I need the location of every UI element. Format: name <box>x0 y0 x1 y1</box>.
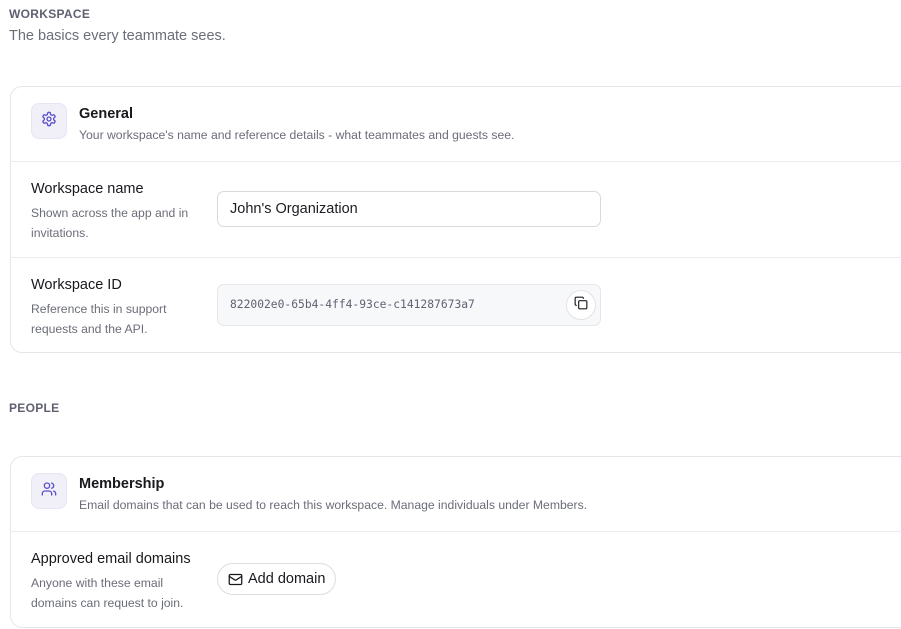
workspace-section-subtitle: The basics every teammate sees. <box>9 28 226 44</box>
general-card: General Your workspace's name and refere… <box>10 86 901 353</box>
membership-card-title: Membership <box>79 476 165 492</box>
workspace-name-input[interactable] <box>217 191 601 227</box>
workspace-name-row: Workspace name Shown across the app and … <box>11 162 901 257</box>
workspace-id-value: 822002e0-65b4-4ff4-93ce-c141287673a7 <box>230 298 475 311</box>
copy-workspace-id-button[interactable] <box>566 290 596 320</box>
workspace-name-label: Workspace name <box>31 181 144 197</box>
add-domain-button[interactable]: Add domain <box>217 563 337 595</box>
workspace-name-help: Shown across the app and in invitations. <box>31 206 189 240</box>
gear-icon <box>41 111 57 132</box>
mail-icon <box>228 572 243 587</box>
membership-card-description: Email domains that can be used to reach … <box>79 498 588 512</box>
membership-icon-tile <box>31 473 67 509</box>
workspace-id-row: Workspace ID Reference this in support r… <box>11 257 901 352</box>
workspace-id-field: 822002e0-65b4-4ff4-93ce-c141287673a7 <box>217 284 601 326</box>
general-card-title: General <box>79 106 133 122</box>
membership-card-header: Membership Email domains that can be use… <box>11 457 901 532</box>
general-card-header: General Your workspace's name and refere… <box>11 87 901 162</box>
workspace-id-label: Workspace ID <box>31 277 122 293</box>
users-icon <box>41 481 57 502</box>
copy-icon <box>574 296 588 315</box>
add-domain-label: Add domain <box>248 571 326 587</box>
general-icon-tile <box>31 103 67 139</box>
approved-domains-label: Approved email domains <box>31 551 191 567</box>
approved-domains-help: Anyone with these email domains can requ… <box>31 576 184 610</box>
workspace-section-label: WORKSPACE <box>9 7 91 21</box>
membership-card: Membership Email domains that can be use… <box>10 456 901 628</box>
people-section-label: PEOPLE <box>9 401 60 415</box>
approved-domains-row: Approved email domains Anyone with these… <box>11 532 901 627</box>
workspace-id-help: Reference this in support requests and t… <box>31 302 167 336</box>
general-card-description: Your workspace's name and reference deta… <box>79 128 515 142</box>
